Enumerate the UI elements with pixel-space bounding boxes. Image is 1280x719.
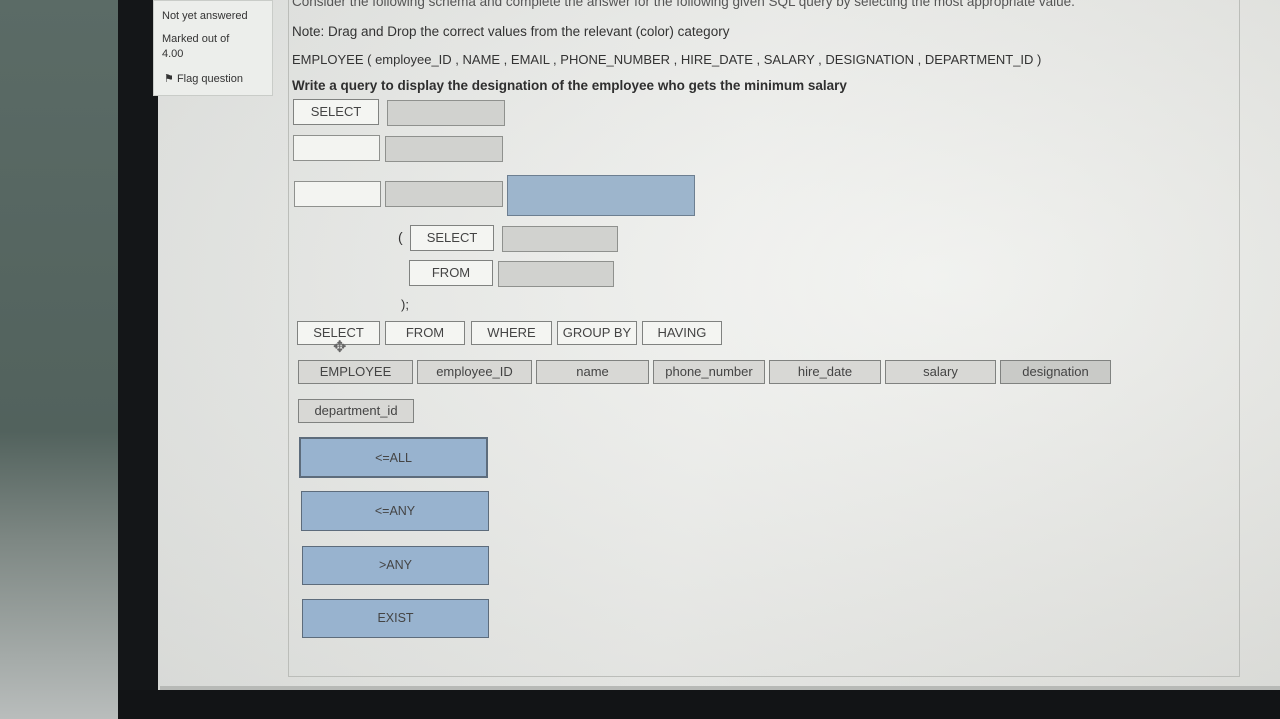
fixed-subquery-select-keyword: SELECT	[410, 225, 494, 251]
drag-token-having[interactable]: HAVING	[642, 321, 722, 345]
drag-token-exist[interactable]: EXIST	[302, 599, 489, 638]
drag-token-name[interactable]: name	[536, 360, 649, 384]
fixed-from-keyword: FROM	[409, 260, 493, 286]
drop-zone-column-1[interactable]	[387, 100, 505, 126]
drag-token-salary[interactable]: salary	[885, 360, 996, 384]
flag-question-label: Flag question	[176, 73, 243, 85]
marked-out-of-value: 4.00	[162, 48, 184, 60]
drag-token-group-by[interactable]: GROUP BY	[557, 321, 637, 345]
drag-token-department-id[interactable]: department_id	[298, 399, 414, 423]
schema-text: EMPLOYEE ( employee_ID , NAME , EMAIL , …	[292, 52, 1042, 67]
drag-token-employee-id[interactable]: employee_ID	[417, 360, 532, 384]
drag-token-employee[interactable]: EMPLOYEE	[298, 360, 413, 384]
drag-token-where[interactable]: WHERE	[471, 321, 552, 345]
question-prompt: Write a query to display the designation…	[292, 78, 847, 93]
question-intro: Consider the following schema and comple…	[292, 0, 1075, 9]
drop-zone-keyword-1[interactable]	[293, 135, 380, 161]
monitor-bezel-left	[118, 0, 158, 719]
question-info-panel: Not yet answered Marked out of 4.00 ⚑ Fl…	[153, 0, 273, 96]
drag-token-designation[interactable]: designation	[1000, 360, 1111, 384]
drag-token-less-equal-any[interactable]: <=ANY	[301, 491, 489, 531]
flag-icon: ⚑	[164, 73, 174, 85]
drop-zone-subquery-column[interactable]	[502, 226, 618, 252]
drop-zone-subquery-table[interactable]	[498, 261, 614, 287]
open-parenthesis: (	[398, 229, 403, 245]
drop-zone-keyword-2[interactable]	[294, 181, 381, 207]
drag-token-hire-date[interactable]: hire_date	[769, 360, 881, 384]
desk-background	[0, 0, 125, 719]
drop-zone-operator[interactable]	[507, 175, 695, 216]
close-parenthesis-semicolon: );	[401, 297, 409, 312]
drag-token-phone-number[interactable]: phone_number	[653, 360, 765, 384]
drag-token-greater-any[interactable]: >ANY	[302, 546, 489, 585]
drop-zone-table-1[interactable]	[385, 136, 503, 162]
move-cursor-icon: ✥	[333, 339, 347, 356]
question-status: Not yet answered	[162, 10, 248, 22]
drag-token-from[interactable]: FROM	[385, 321, 465, 345]
question-note: Note: Drag and Drop the correct values f…	[292, 24, 730, 39]
flag-question-link[interactable]: ⚑ Flag question	[164, 72, 243, 85]
drop-zone-column-2[interactable]	[385, 181, 503, 207]
drag-token-less-equal-all[interactable]: <=ALL	[299, 437, 488, 478]
marked-out-of-label: Marked out of	[162, 33, 230, 45]
monitor-bezel-bottom	[118, 690, 1280, 719]
fixed-select-keyword: SELECT	[293, 99, 379, 125]
